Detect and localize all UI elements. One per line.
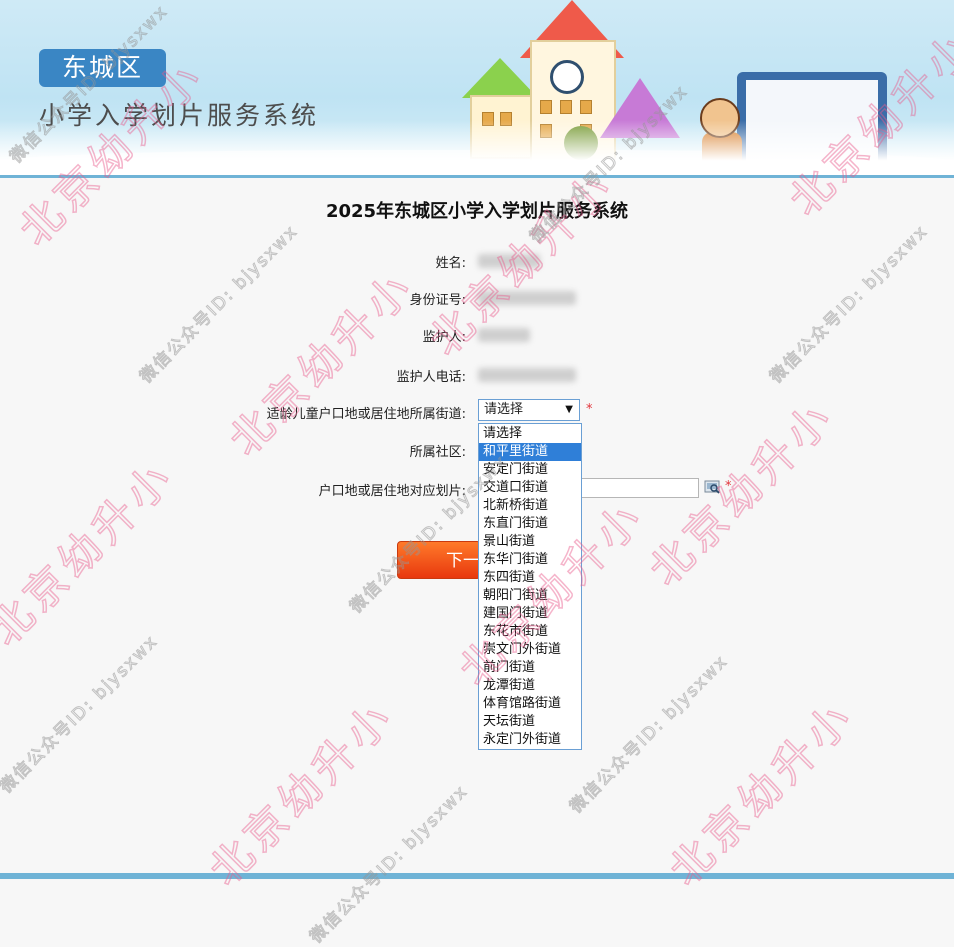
window-illustration (560, 100, 572, 114)
window-illustration (580, 100, 592, 114)
street-select[interactable]: 请选择 ▼ (478, 399, 580, 421)
watermark-text: 北京幼升小 (199, 690, 405, 896)
clock-icon (550, 60, 584, 94)
dropdown-option[interactable]: 建国门街道 (479, 605, 581, 623)
zone-label: 户口地或居住地对应划片: (318, 484, 466, 499)
watermark-text: 微信公众号ID: bjysxwx (306, 781, 473, 947)
guardian-phone-label: 监护人电话: (396, 370, 466, 385)
id-number-value-redacted (478, 291, 576, 305)
search-icon[interactable] (704, 479, 720, 495)
watermark-text: 微信公众号ID: bjysxwx (0, 631, 163, 798)
dropdown-option[interactable]: 前门街道 (479, 659, 581, 677)
dropdown-option[interactable]: 交道口街道 (479, 479, 581, 497)
id-number-label: 身份证号: (409, 293, 466, 308)
name-value-redacted (478, 254, 540, 268)
street-label: 适龄儿童户口地或居住地所属街道: (266, 407, 466, 422)
dropdown-option[interactable]: 请选择 (479, 425, 581, 443)
window-illustration (540, 100, 552, 114)
zone-required-mark: * (725, 479, 732, 494)
dropdown-option[interactable]: 东四街道 (479, 569, 581, 587)
next-button[interactable]: 下一步 (397, 541, 481, 579)
district-badge: 东城区 (39, 49, 166, 87)
dropdown-option[interactable]: 体育馆路街道 (479, 695, 581, 713)
dropdown-option[interactable]: 景山街道 (479, 533, 581, 551)
street-required-mark: * (586, 402, 593, 417)
watermark-text: 北京幼升小 (219, 260, 425, 466)
guardian-phone-value-redacted (478, 368, 576, 382)
dropdown-option[interactable]: 永定门外街道 (479, 731, 581, 749)
street-select-value: 请选择 (484, 402, 524, 417)
watermark-text: 微信公众号ID: bjysxwx (136, 221, 303, 388)
street-dropdown-list[interactable]: 请选择 和平里街道 安定门街道 交道口街道 北新桥街道 东直门街道 景山街道 东华门街道 东四街… (478, 423, 582, 750)
guardian-label: 监护人: (422, 330, 466, 345)
dropdown-arrow-icon: ▼ (565, 404, 573, 415)
dropdown-option[interactable]: 朝阳门街道 (479, 587, 581, 605)
dropdown-option[interactable]: 崇文门外街道 (479, 641, 581, 659)
dropdown-option[interactable]: 东直门街道 (479, 515, 581, 533)
green-roof-illustration (462, 58, 538, 98)
system-title: 小学入学划片服务系统 (39, 101, 320, 130)
header-banner: 东城区 小学入学划片服务系统 (0, 0, 954, 178)
watermark-text: 北京幼升小 (659, 690, 865, 896)
watermark-text: 北京幼升小 (0, 450, 185, 656)
dropdown-option[interactable]: 龙潭街道 (479, 677, 581, 695)
community-label: 所属社区: (409, 445, 466, 460)
guardian-value-redacted (478, 328, 530, 342)
dropdown-option[interactable]: 东华门街道 (479, 551, 581, 569)
footer-border (0, 873, 954, 879)
page-title: 2025年东城区小学入学划片服务系统 (325, 201, 629, 222)
banner-border (0, 175, 954, 178)
dropdown-option[interactable]: 东花市街道 (479, 623, 581, 641)
dropdown-option[interactable]: 安定门街道 (479, 461, 581, 479)
zone-input[interactable] (581, 478, 699, 498)
dropdown-option[interactable]: 北新桥街道 (479, 497, 581, 515)
watermark-text: 微信公众号ID: bjysxwx (766, 221, 933, 388)
name-label: 姓名: (435, 256, 466, 271)
dropdown-option[interactable]: 和平里街道 (479, 443, 581, 461)
dropdown-option[interactable]: 天坛街道 (479, 713, 581, 731)
watermark-text: 微信公众号ID: bjysxwx (566, 651, 733, 818)
